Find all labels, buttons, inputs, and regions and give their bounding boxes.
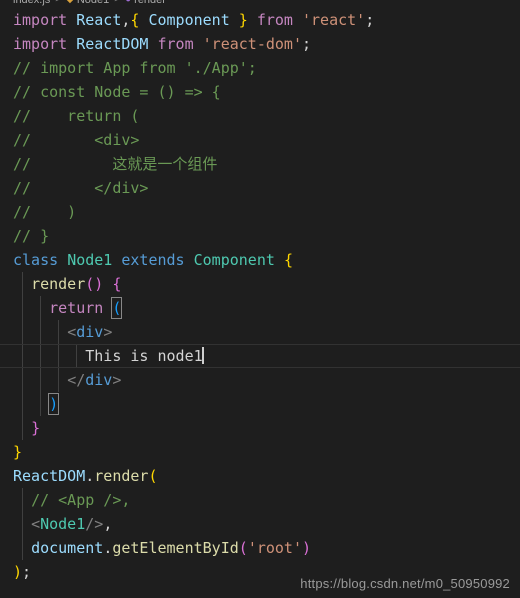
- code-line[interactable]: </div>: [0, 368, 520, 392]
- property-icon: ●: [125, 0, 131, 5]
- breadcrumb-separator-icon: >: [55, 0, 61, 5]
- breadcrumb-member-label: render: [134, 0, 166, 6]
- code-line[interactable]: // ): [0, 200, 520, 224]
- code-line[interactable]: // return (: [0, 104, 520, 128]
- watermark-url: https://blog.csdn.net/m0_50950992: [300, 576, 510, 591]
- text-cursor: [201, 347, 204, 364]
- code-line[interactable]: <div>: [0, 320, 520, 344]
- code-line[interactable]: document.getElementById('root'): [0, 536, 520, 560]
- code-editor[interactable]: import React,{ Component } from 'react';…: [0, 8, 520, 598]
- active-line-text: This is node1: [85, 347, 203, 365]
- breadcrumb-file-label: index.js: [13, 0, 50, 6]
- code-line[interactable]: // 这就是一个组件: [0, 152, 520, 176]
- breadcrumb-class[interactable]: ◆ Node1: [66, 0, 109, 6]
- code-line[interactable]: // </div>: [0, 176, 520, 200]
- code-line[interactable]: }: [0, 440, 520, 464]
- code-line[interactable]: render() {: [0, 272, 520, 296]
- code-line[interactable]: return (: [0, 296, 520, 320]
- code-line[interactable]: // <div>: [0, 128, 520, 152]
- code-line[interactable]: ): [0, 392, 520, 416]
- code-line[interactable]: import React,{ Component } from 'react';: [0, 8, 520, 32]
- breadcrumb-member[interactable]: ● render: [125, 0, 166, 6]
- code-line[interactable]: import ReactDOM from 'react-dom';: [0, 32, 520, 56]
- code-line[interactable]: <Node1/>,: [0, 512, 520, 536]
- code-line[interactable]: // import App from './App';: [0, 56, 520, 80]
- code-line[interactable]: // <App />,: [0, 488, 520, 512]
- code-line[interactable]: class Node1 extends Component {: [0, 248, 520, 272]
- breadcrumb-separator-icon-2: >: [114, 0, 120, 5]
- code-line[interactable]: ReactDOM.render(: [0, 464, 520, 488]
- breadcrumb-file[interactable]: index.js: [13, 0, 50, 6]
- breadcrumb-class-label: Node1: [77, 0, 109, 6]
- method-icon: ◆: [66, 0, 74, 5]
- code-line[interactable]: }: [0, 416, 520, 440]
- breadcrumb[interactable]: index.js > ◆ Node1 > ● render: [0, 0, 520, 8]
- code-line[interactable]: // }: [0, 224, 520, 248]
- code-line[interactable]: // const Node = () => {: [0, 80, 520, 104]
- code-line-active[interactable]: This is node1: [0, 344, 520, 368]
